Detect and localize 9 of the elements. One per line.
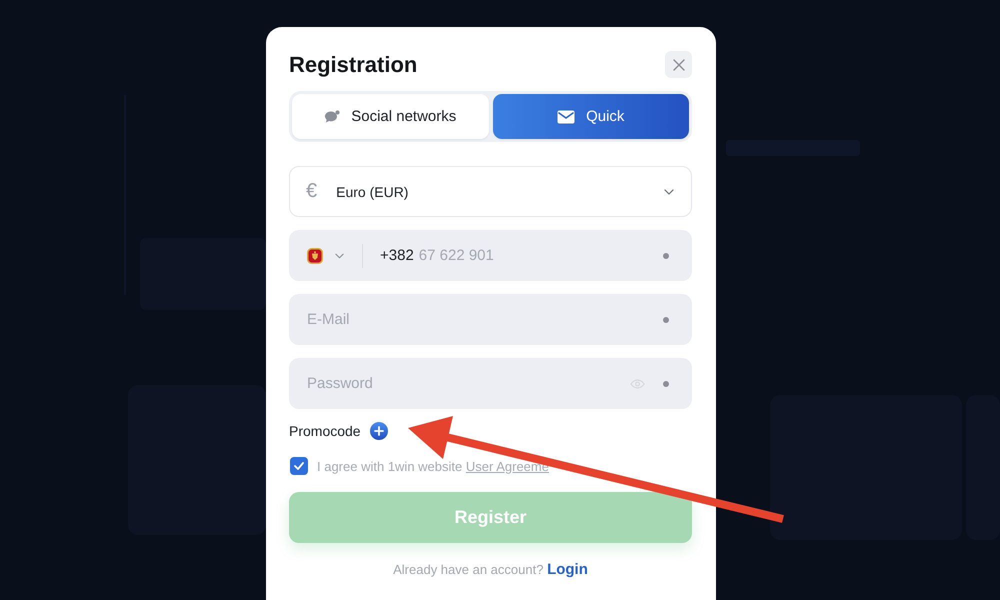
dialog-title: Registration [289, 51, 418, 78]
login-link[interactable]: Login [547, 561, 588, 578]
tab[interactable]: Quick [492, 94, 689, 139]
envelope-icon [557, 110, 576, 124]
chat-bubbles-icon [324, 110, 340, 124]
close-button[interactable] [665, 51, 692, 78]
tab[interactable]: Social networks [292, 94, 488, 139]
login-prompt: Already have an account? Login [392, 560, 589, 580]
close-icon [672, 58, 684, 70]
